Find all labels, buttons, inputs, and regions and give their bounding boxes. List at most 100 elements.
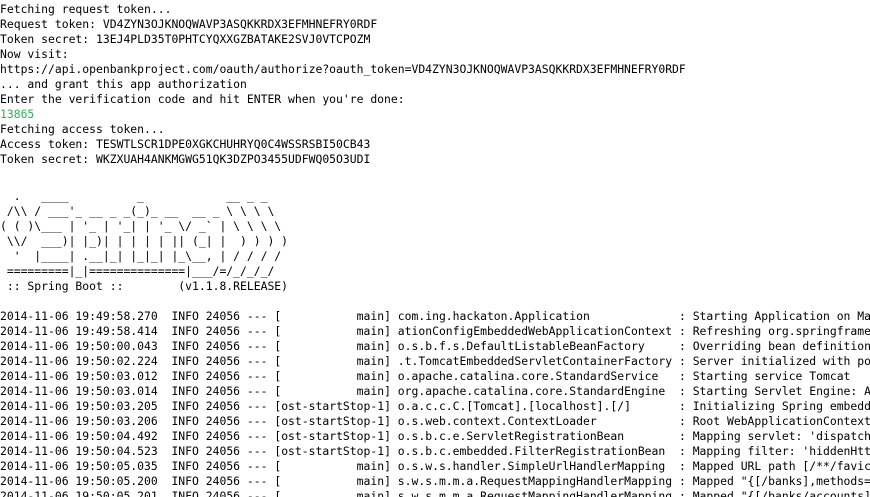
- log-sep: ]: [384, 459, 398, 473]
- log-sep: --- [: [240, 369, 282, 383]
- log-logger: o.s.b.c.e.ServletRegistrationBean: [397, 429, 673, 443]
- log-sep: :: [672, 309, 693, 323]
- spring-banner-art-line: =========|_|==============|___/=/_/_/_/: [0, 264, 275, 278]
- log-sep: [199, 324, 206, 338]
- log-pid: 24056: [205, 444, 241, 458]
- log-sep: [199, 429, 206, 443]
- log-sep: --- [: [240, 489, 282, 497]
- log-message: Starting service Tomcat: [692, 369, 851, 383]
- log-thread: main: [281, 384, 385, 398]
- log-sep: [199, 459, 206, 473]
- log-sep: ]: [384, 339, 398, 353]
- log-line: 2014-11-06 19:50:00.043 INFO 24056 --- […: [0, 339, 870, 354]
- log-timestamp: 2014-11-06 19:50:05.035: [0, 459, 158, 473]
- log-pid: 24056: [205, 399, 241, 413]
- log-pid: 24056: [205, 459, 241, 473]
- log-message: Initializing Spring embedded WebApplicat…: [692, 399, 870, 413]
- log-sep: --- [: [240, 429, 282, 443]
- log-sep: --- [: [240, 339, 282, 353]
- log-pid: 24056: [205, 309, 241, 323]
- log-level: INFO: [171, 309, 199, 323]
- log-sep: [199, 384, 206, 398]
- log-sep: :: [672, 429, 693, 443]
- log-line: 2014-11-06 19:50:05.200 INFO 24056 --- […: [0, 474, 870, 489]
- log-level: INFO: [171, 354, 199, 368]
- log-line: 2014-11-06 19:50:03.206 INFO 24056 --- […: [0, 414, 870, 429]
- spring-banner-art-line: /\\ / ___'_ __ _ _(_)_ __ __ _ \ \ \ \: [0, 204, 275, 218]
- log-line: 2014-11-06 19:50:02.224 INFO 24056 --- […: [0, 354, 870, 369]
- log-sep: ]: [384, 429, 398, 443]
- log-sep: [158, 444, 172, 458]
- log-thread: ost-startStop-1: [281, 414, 385, 428]
- log-sep: ]: [384, 414, 398, 428]
- log-logger: s.w.s.m.m.a.RequestMappingHandlerMapping: [397, 489, 673, 497]
- log-sep: [199, 489, 206, 497]
- log-sep: [158, 354, 172, 368]
- log-thread: main: [281, 459, 385, 473]
- log-sep: :: [672, 339, 693, 353]
- log-timestamp: 2014-11-06 19:49:58.414: [0, 324, 158, 338]
- log-sep: ]: [384, 309, 398, 323]
- log-logger: o.a.c.c.C.[Tomcat].[localhost].[/]: [397, 399, 673, 413]
- spring-banner-art-line: ( ( )\___ | '_ | '_| | '_ \/ _` | \ \ \ …: [0, 219, 282, 233]
- log-message: Root WebApplicationContext: initializati…: [692, 414, 870, 428]
- log-sep: [158, 399, 172, 413]
- log-pid: 24056: [205, 369, 241, 383]
- log-sep: ]: [384, 399, 398, 413]
- log-sep: :: [672, 474, 693, 488]
- log-pid: 24056: [205, 429, 241, 443]
- terminal-window[interactable]: Fetching request token... Request token:…: [0, 0, 870, 497]
- log-sep: ]: [384, 324, 398, 338]
- log-sep: :: [672, 384, 693, 398]
- log-level: INFO: [171, 339, 199, 353]
- log-sep: [158, 309, 172, 323]
- log-line: 2014-11-06 19:50:03.012 INFO 24056 --- […: [0, 369, 870, 384]
- log-pid: 24056: [205, 489, 241, 497]
- log-level: INFO: [171, 399, 199, 413]
- log-thread: main: [281, 324, 385, 338]
- log-sep: --- [: [240, 444, 282, 458]
- log-sep: :: [672, 399, 693, 413]
- log-pid: 24056: [205, 324, 241, 338]
- verification-code-input[interactable]: 13865: [0, 107, 870, 122]
- log-message: Overriding bean definition for bean 'bea…: [692, 339, 870, 353]
- log-timestamp: 2014-11-06 19:50:03.012: [0, 369, 158, 383]
- log-sep: ]: [384, 474, 398, 488]
- spring-banner-art-line: ' |____| .__|_| |_|_| |_\__, | / / / /: [0, 249, 282, 263]
- log-sep: --- [: [240, 459, 282, 473]
- log-timestamp: 2014-11-06 19:50:02.224: [0, 354, 158, 368]
- log-sep: [158, 339, 172, 353]
- log-thread: main: [281, 354, 385, 368]
- log-sep: [199, 339, 206, 353]
- log-sep: ]: [384, 369, 398, 383]
- log-sep: --- [: [240, 354, 282, 368]
- log-level: INFO: [171, 459, 199, 473]
- log-thread: main: [281, 309, 385, 323]
- log-sep: ]: [384, 444, 398, 458]
- log-message: Starting Application on Mac-Ditek.local …: [692, 309, 870, 323]
- log-sep: ]: [384, 489, 398, 497]
- log-level: INFO: [171, 489, 199, 497]
- log-timestamp: 2014-11-06 19:50:03.205: [0, 399, 158, 413]
- log-sep: --- [: [240, 399, 282, 413]
- log-message: Mapping servlet: 'dispatcherServlet' to …: [692, 429, 870, 443]
- log-timestamp: 2014-11-06 19:50:04.523: [0, 444, 158, 458]
- log-line: 2014-11-06 19:50:05.035 INFO 24056 --- […: [0, 459, 870, 474]
- log-sep: --- [: [240, 384, 282, 398]
- log-line: 2014-11-06 19:50:05.201 INFO 24056 --- […: [0, 489, 870, 497]
- log-sep: :: [672, 354, 693, 368]
- log-pid: 24056: [205, 339, 241, 353]
- spring-boot-version-line: :: Spring Boot :: (v1.1.8.RELEASE): [0, 279, 289, 293]
- log-sep: :: [672, 369, 693, 383]
- log-sep: --- [: [240, 414, 282, 428]
- log-sep: [158, 369, 172, 383]
- log-output: 2014-11-06 19:49:58.270 INFO 24056 --- […: [0, 309, 870, 497]
- log-thread: ost-startStop-1: [281, 429, 385, 443]
- log-timestamp: 2014-11-06 19:50:05.201: [0, 489, 158, 497]
- log-sep: --- [: [240, 324, 282, 338]
- log-sep: [158, 459, 172, 473]
- log-sep: [158, 324, 172, 338]
- log-logger: o.s.b.f.s.DefaultListableBeanFactory: [397, 339, 673, 353]
